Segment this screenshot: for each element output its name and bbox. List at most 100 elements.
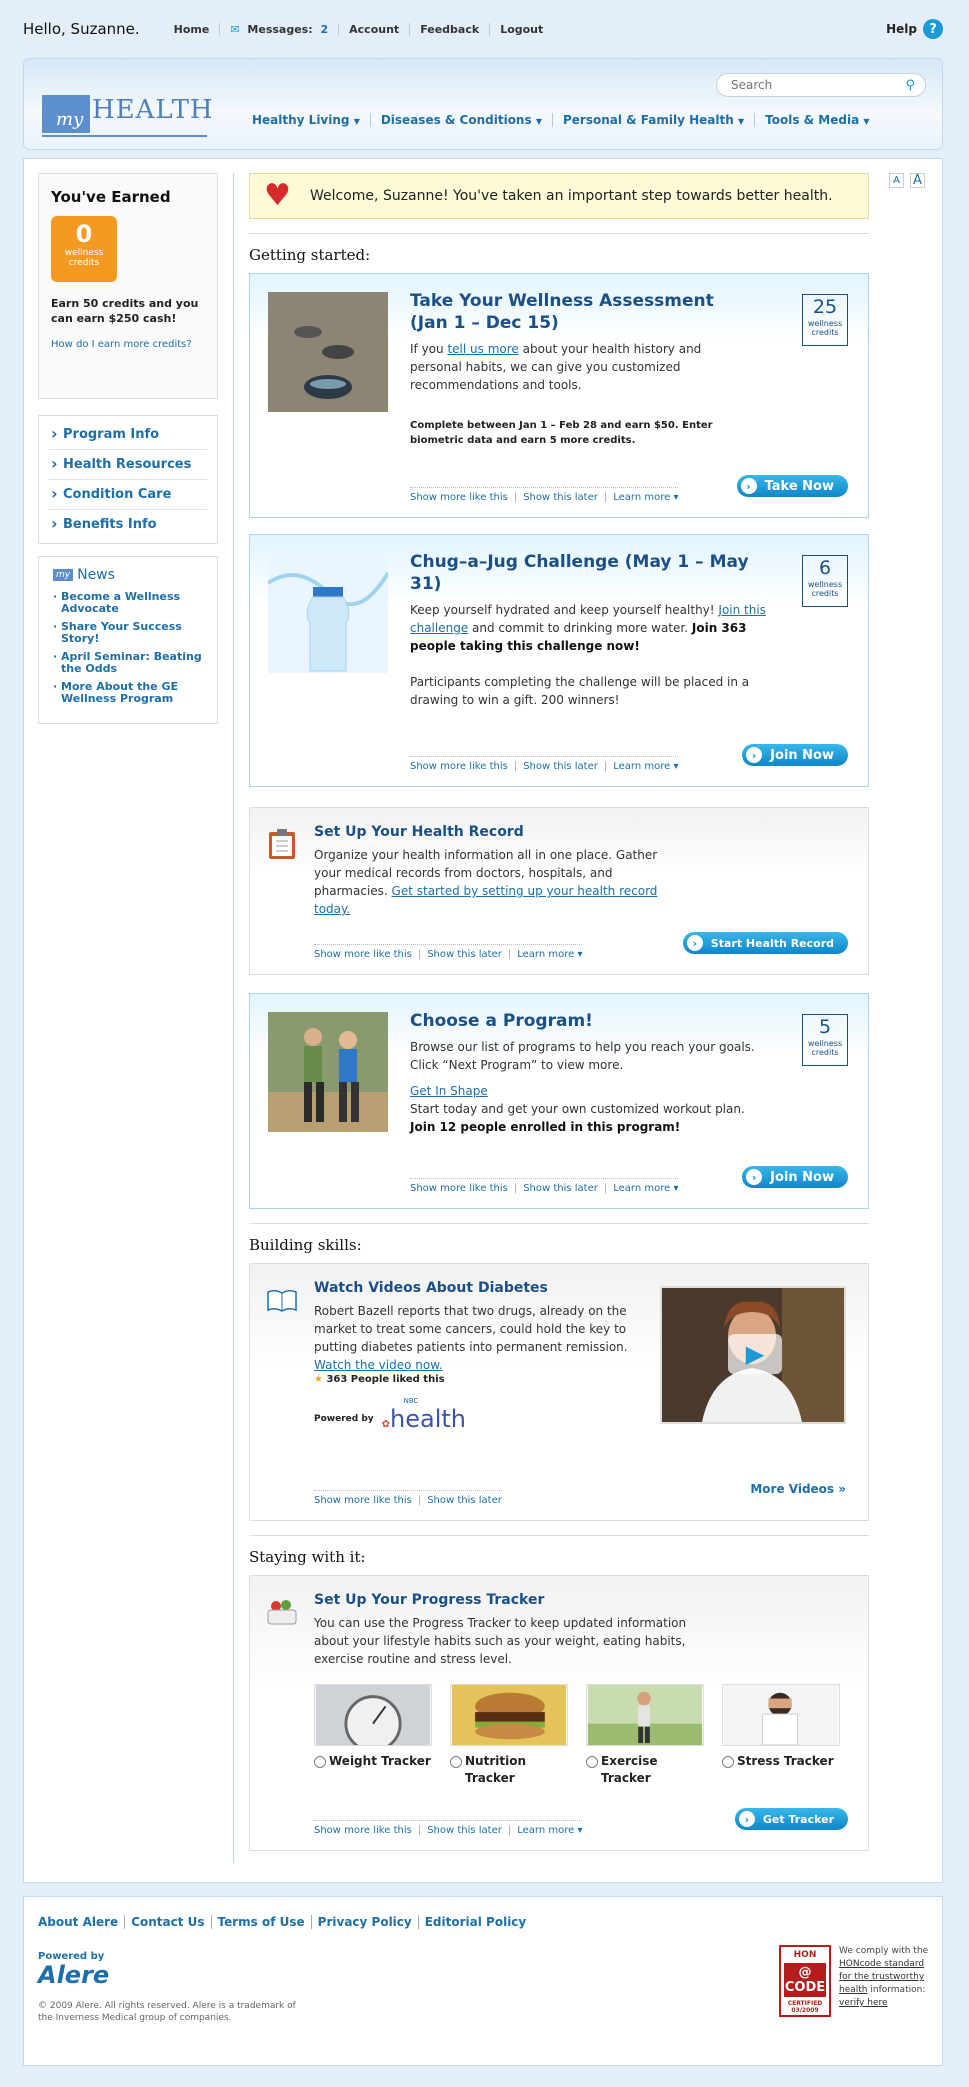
radio-button[interactable]: [314, 1756, 326, 1768]
logo-my: my: [42, 95, 90, 133]
section-staying-with-it: Staying with it:: [249, 1535, 869, 1575]
show-later-link[interactable]: Show this later: [427, 1825, 502, 1836]
account-link[interactable]: Account: [338, 22, 409, 36]
verify-link[interactable]: verify here: [839, 1998, 888, 2008]
radio-button[interactable]: [450, 1756, 462, 1768]
get-tracker-button[interactable]: › Get Tracker: [734, 1808, 848, 1830]
font-small-button[interactable]: A: [889, 173, 904, 188]
news-item[interactable]: Become a Wellness Advocate: [53, 591, 203, 615]
chevron-down-icon: ▼: [535, 117, 542, 126]
credits-box-6: 6 wellness credits: [802, 555, 848, 607]
program-desc: Browse our list of programs to help you …: [410, 1040, 755, 1072]
news-item[interactable]: Share Your Success Story!: [53, 621, 203, 645]
contact-link[interactable]: Contact Us: [124, 1915, 210, 1929]
show-later-link[interactable]: Show this later: [523, 492, 598, 503]
myhealth-logo[interactable]: my HEALTH: [42, 95, 213, 137]
learn-more-link[interactable]: Learn more ▾: [613, 1183, 678, 1194]
how-earn-link[interactable]: How do I earn more credits?: [51, 338, 205, 351]
star-icon: ★: [314, 1374, 323, 1385]
videos-title: Watch Videos About Diabetes: [314, 1280, 548, 1296]
tracker-option-exercise[interactable]: Exercise Tracker: [586, 1684, 704, 1787]
show-more-link[interactable]: Show more like this: [410, 761, 508, 772]
arrow-right-icon: ›: [738, 1811, 755, 1827]
program-title: Choose a Program!: [410, 1011, 593, 1031]
tracker-option-stress[interactable]: Stress Tracker: [722, 1684, 840, 1787]
logout-link[interactable]: Logout: [489, 22, 553, 36]
join-program-button[interactable]: › Join Now: [742, 1166, 848, 1188]
editorial-link[interactable]: Editorial Policy: [417, 1915, 533, 1929]
scale-photo: [314, 1684, 432, 1753]
take-now-button[interactable]: › Take Now: [736, 475, 848, 497]
start-health-record-button[interactable]: › Start Health Record: [682, 932, 848, 954]
show-later-link[interactable]: Show this later: [427, 1495, 502, 1506]
learn-more-link[interactable]: Learn more ▾: [613, 492, 678, 503]
basket-icon: [267, 1600, 297, 1625]
news-box: myNews Become a Wellness Advocate Share …: [38, 556, 218, 724]
health-record-title: Set Up Your Health Record: [314, 824, 524, 840]
learn-more-link[interactable]: Learn more ▾: [613, 761, 678, 772]
search-icon[interactable]: ⚲: [905, 78, 915, 93]
news-my-label: my: [53, 569, 74, 581]
terms-link[interactable]: Terms of Use: [210, 1915, 311, 1929]
sidebar-item-health-resources[interactable]: Health Resources: [49, 450, 207, 480]
sidebar-item-program-info[interactable]: Program Info: [49, 420, 207, 450]
tell-us-more-link[interactable]: tell us more: [447, 342, 518, 356]
tracker-option-weight[interactable]: Weight Tracker: [314, 1684, 432, 1787]
nav-healthy-living[interactable]: Healthy Living ▼: [252, 113, 370, 127]
tracker-title: Set Up Your Progress Tracker: [314, 1592, 545, 1608]
messages-link[interactable]: ✉ Messages: 2: [219, 22, 338, 36]
nav-personal-family-health[interactable]: Personal & Family Health ▼: [551, 113, 754, 127]
show-more-link[interactable]: Show more like this: [410, 492, 508, 503]
heart-icon: ♥: [264, 178, 291, 213]
challenge-card: Chug–a–Jug Challenge (May 1 – May 31) Ke…: [249, 534, 869, 787]
help-link[interactable]: Help ?: [886, 19, 943, 39]
card-actions: Show more like this | Show this later | Lear…: [314, 1820, 583, 1836]
envelope-icon: ✉: [230, 22, 240, 36]
nav-diseases-conditions[interactable]: Diseases & Conditions ▼: [369, 113, 552, 127]
play-icon: ▶: [728, 1334, 782, 1374]
earned-title: You've Earned: [51, 188, 171, 206]
font-large-button[interactable]: A: [910, 173, 925, 188]
get-in-shape-link[interactable]: Get In Shape: [410, 1084, 488, 1098]
join-now-button[interactable]: › Join Now: [742, 744, 848, 766]
show-more-link[interactable]: Show more like this: [410, 1183, 508, 1194]
credits-box-5: 5 wellness credits: [802, 1014, 848, 1066]
radio-button[interactable]: [722, 1756, 734, 1768]
copyright: © 2009 Alere. All rights reserved. Alere…: [38, 2001, 296, 2023]
learn-more-link[interactable]: Learn more ▾: [517, 1825, 582, 1836]
health-brand: health: [390, 1405, 466, 1433]
search-box: ⚲: [716, 73, 926, 97]
earn-message: Earn 50 credits and you can earn $250 ca…: [51, 297, 199, 325]
show-later-link[interactable]: Show this later: [523, 761, 598, 772]
powered-by-nbc: Powered by NBC ✿health: [314, 1397, 466, 1433]
feedback-link[interactable]: Feedback: [409, 22, 489, 36]
assessment-title: Take Your Wellness Assessment (Jan 1 – D…: [410, 291, 714, 333]
watch-video-link[interactable]: Watch the video now.: [314, 1358, 443, 1372]
greeting: Hello, Suzanne.: [23, 20, 140, 38]
arrow-right-icon: ›: [740, 478, 757, 494]
show-later-link[interactable]: Show this later: [427, 949, 502, 960]
about-link[interactable]: About Alere: [38, 1915, 124, 1929]
card-actions: Show more like this | Show this later | Lear…: [410, 1178, 679, 1194]
privacy-link[interactable]: Privacy Policy: [310, 1915, 418, 1929]
sidebar-item-condition-care[interactable]: Condition Care: [49, 480, 207, 510]
more-videos-link[interactable]: More Videos »: [750, 1482, 846, 1496]
hon-code-seal[interactable]: HON @ CODE CERTIFIED 03/2009: [779, 1945, 831, 2017]
video-thumbnail[interactable]: ▶: [660, 1286, 846, 1424]
show-later-link[interactable]: Show this later: [523, 1183, 598, 1194]
tracker-option-nutrition[interactable]: Nutrition Tracker: [450, 1684, 568, 1787]
nav-tools-media[interactable]: Tools & Media ▼: [754, 113, 879, 127]
news-item[interactable]: April Seminar: Beating the Odds: [53, 651, 203, 675]
runners-photo: [268, 1012, 388, 1132]
show-more-link[interactable]: Show more like this: [314, 1495, 412, 1506]
home-link[interactable]: Home: [164, 23, 220, 36]
radio-button[interactable]: [586, 1756, 598, 1768]
tracker-options: Weight Tracker Nutrition Tracker Exercis…: [314, 1684, 850, 1787]
show-more-link[interactable]: Show more like this: [314, 949, 412, 960]
sidebar-item-benefits-info[interactable]: Benefits Info: [49, 510, 207, 539]
search-input[interactable]: [731, 78, 906, 92]
learn-more-link[interactable]: Learn more ▾: [517, 949, 582, 960]
news-item[interactable]: More About the GE Wellness Program: [53, 681, 203, 705]
arrow-right-icon: ›: [746, 747, 763, 763]
show-more-link[interactable]: Show more like this: [314, 1825, 412, 1836]
